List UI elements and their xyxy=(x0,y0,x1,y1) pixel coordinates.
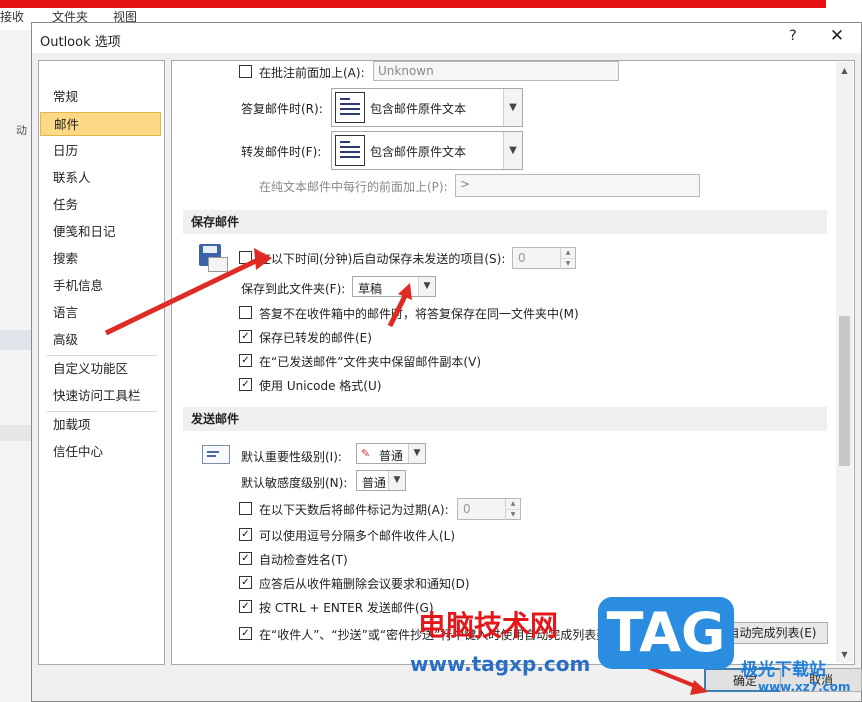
prefix-comments-checkbox[interactable] xyxy=(239,65,252,78)
nav-item-customize-ribbon[interactable]: 自定义功能区 xyxy=(40,357,161,381)
save-to-folder-dropdown[interactable]: 草稿 ▼ xyxy=(352,276,436,297)
expire-label: 在以下天数后将邮件标记为过期(A): xyxy=(259,503,449,517)
save-to-label: 保存到此文件夹(F): xyxy=(241,282,346,296)
content-scrollbar[interactable]: ▲ ▼ xyxy=(836,62,853,663)
plain-prefix-label: 在纯文本邮件中每行的前面加上(P): xyxy=(259,180,448,194)
close-button[interactable]: ✕ xyxy=(827,26,847,46)
delete-meeting-requests-label: 应答后从收件箱删除会议要求和通知(D) xyxy=(259,577,470,591)
reply-dropdown-value: 包含邮件原件文本 xyxy=(370,102,467,116)
expire-checkbox[interactable] xyxy=(239,502,252,515)
background-red-bar xyxy=(0,0,826,8)
send-envelope-icon xyxy=(202,445,230,464)
prefix-comments-label: 在批注前面加上(A): xyxy=(259,66,365,80)
save-section-header: 保存邮件 xyxy=(183,210,827,234)
forward-dropdown-value: 包含邮件原件文本 xyxy=(370,145,467,159)
nav-item-notes-journal[interactable]: 便笺和日记 xyxy=(40,220,161,244)
reply-dropdown[interactable]: 包含邮件原件文本 ▼ xyxy=(331,88,523,127)
background-side-label: 动 xyxy=(16,124,27,137)
help-button[interactable]: ? xyxy=(783,28,803,44)
autocomplete-checkbox[interactable]: ✓ xyxy=(239,627,252,640)
nav-separator xyxy=(47,411,157,412)
watermark-cn-title: 电脑技术网 xyxy=(418,609,559,642)
reply-label: 答复邮件时(R): xyxy=(241,102,323,116)
autosave-minutes-spinner[interactable]: 0 ▲ ▼ xyxy=(512,247,576,269)
reply-not-inbox-label: 答复不在收件箱中的邮件时，将答复保存在同一文件夹中(M) xyxy=(259,307,579,321)
sensitivity-dropdown[interactable]: 普通 ▼ xyxy=(356,470,406,491)
nav-item-contacts[interactable]: 联系人 xyxy=(40,166,161,190)
unicode-format-label: 使用 Unicode 格式(U) xyxy=(259,379,382,393)
save-floppy-icon xyxy=(199,244,228,272)
send-section-header: 发送邮件 xyxy=(183,407,827,431)
dialog-titlebar: Outlook 选项 ? ✕ xyxy=(32,23,861,53)
nav-item-tasks[interactable]: 任务 xyxy=(40,193,161,217)
autosave-minutes-value: 0 xyxy=(518,251,526,265)
spin-up-icon[interactable]: ▲ xyxy=(505,499,520,509)
chevron-down-icon: ▼ xyxy=(503,89,522,126)
nav-item-quick-access-toolbar[interactable]: 快速访问工具栏 xyxy=(40,384,161,408)
plain-prefix-input[interactable]: > xyxy=(455,174,700,197)
chevron-down-icon: ▼ xyxy=(418,277,435,296)
nav-item-mail[interactable]: 邮件 xyxy=(40,112,161,136)
dialog-title: Outlook 选项 xyxy=(40,35,121,50)
spin-up-icon[interactable]: ▲ xyxy=(560,248,575,258)
watermark-site-name: 极光下载站 xyxy=(741,660,826,680)
watermark-tag-logo: TAG xyxy=(598,597,734,669)
save-to-folder-value: 草稿 xyxy=(358,282,383,296)
options-content: 在批注前面加上(A): Unknown 答复邮件时(R): 包含邮件原件文本 ▼… xyxy=(171,60,855,665)
forward-label: 转发邮件时(F): xyxy=(241,145,322,159)
keep-sent-copy-label: 在“已发送邮件”文件夹中保留邮件副本(V) xyxy=(259,355,482,369)
nav-item-general[interactable]: 常规 xyxy=(40,85,161,109)
importance-label: 默认重要性级别(I): xyxy=(241,450,342,464)
chevron-down-icon: ▼ xyxy=(408,444,425,463)
nav-separator xyxy=(47,355,157,356)
scrollbar-thumb[interactable] xyxy=(839,316,850,466)
background-app-sidebar: 动 xyxy=(0,30,31,702)
watermark-url: www.tagxp.com xyxy=(410,652,591,676)
expire-days-spinner[interactable]: 0 ▲ ▼ xyxy=(457,498,521,520)
nav-item-add-ins[interactable]: 加载项 xyxy=(40,413,161,437)
message-text-icon xyxy=(335,92,365,123)
spin-down-icon[interactable]: ▼ xyxy=(505,509,520,520)
check-names-label: 自动检查姓名(T) xyxy=(259,553,348,567)
nav-item-mobile[interactable]: 手机信息 xyxy=(40,274,161,298)
scroll-up-icon[interactable]: ▲ xyxy=(836,62,853,79)
sensitivity-label: 默认敏感度级别(N): xyxy=(241,476,348,490)
keep-sent-copy-checkbox[interactable]: ✓ xyxy=(239,354,252,367)
expire-days-value: 0 xyxy=(463,502,471,516)
importance-dropdown[interactable]: ✎ 普通 ▼ xyxy=(356,443,426,464)
options-nav: 常规 邮件 日历 联系人 任务 便笺和日记 搜索 手机信息 语言 高级 自定义功… xyxy=(38,60,165,665)
comma-separate-label: 可以使用逗号分隔多个邮件收件人(L) xyxy=(259,529,456,543)
unicode-format-checkbox[interactable]: ✓ xyxy=(239,378,252,391)
importance-flag-icon: ✎ xyxy=(361,447,371,460)
nav-item-calendar[interactable]: 日历 xyxy=(40,139,161,163)
save-forwarded-checkbox[interactable]: ✓ xyxy=(239,330,252,343)
watermark-site-url: www.xz7.com xyxy=(758,680,851,694)
forward-dropdown[interactable]: 包含邮件原件文本 ▼ xyxy=(331,131,523,170)
reply-not-inbox-checkbox[interactable] xyxy=(239,306,252,319)
importance-value: 普通 xyxy=(379,449,404,463)
comma-separate-checkbox[interactable]: ✓ xyxy=(239,528,252,541)
nav-item-advanced[interactable]: 高级 xyxy=(40,328,161,352)
autosave-label: 在以下时间(分钟)后自动保存未发送的项目(S): xyxy=(259,252,506,266)
background-strip xyxy=(0,425,31,441)
scroll-down-icon[interactable]: ▼ xyxy=(836,646,853,663)
autosave-checkbox[interactable] xyxy=(239,251,252,264)
ctrl-enter-send-checkbox[interactable]: ✓ xyxy=(239,600,252,613)
save-forwarded-label: 保存已转发的邮件(E) xyxy=(259,331,372,345)
prefix-comments-input[interactable]: Unknown xyxy=(373,61,619,81)
check-names-checkbox[interactable]: ✓ xyxy=(239,552,252,565)
sensitivity-value: 普通 xyxy=(362,476,387,490)
spin-down-icon[interactable]: ▼ xyxy=(560,258,575,269)
nav-item-search[interactable]: 搜索 xyxy=(40,247,161,271)
outlook-options-dialog: Outlook 选项 ? ✕ 常规 邮件 日历 联系人 任务 便笺和日记 搜索 … xyxy=(31,22,862,702)
nav-item-trust-center[interactable]: 信任中心 xyxy=(40,440,161,464)
chevron-down-icon: ▼ xyxy=(388,471,405,490)
background-tab-receive[interactable]: 接收 xyxy=(0,8,24,25)
message-text-icon xyxy=(335,135,365,166)
background-selection-strip xyxy=(0,330,31,350)
ctrl-enter-send-label: 按 CTRL + ENTER 发送邮件(G) xyxy=(259,601,434,615)
chevron-down-icon: ▼ xyxy=(503,132,522,169)
delete-meeting-requests-checkbox[interactable]: ✓ xyxy=(239,576,252,589)
nav-item-language[interactable]: 语言 xyxy=(40,301,161,325)
